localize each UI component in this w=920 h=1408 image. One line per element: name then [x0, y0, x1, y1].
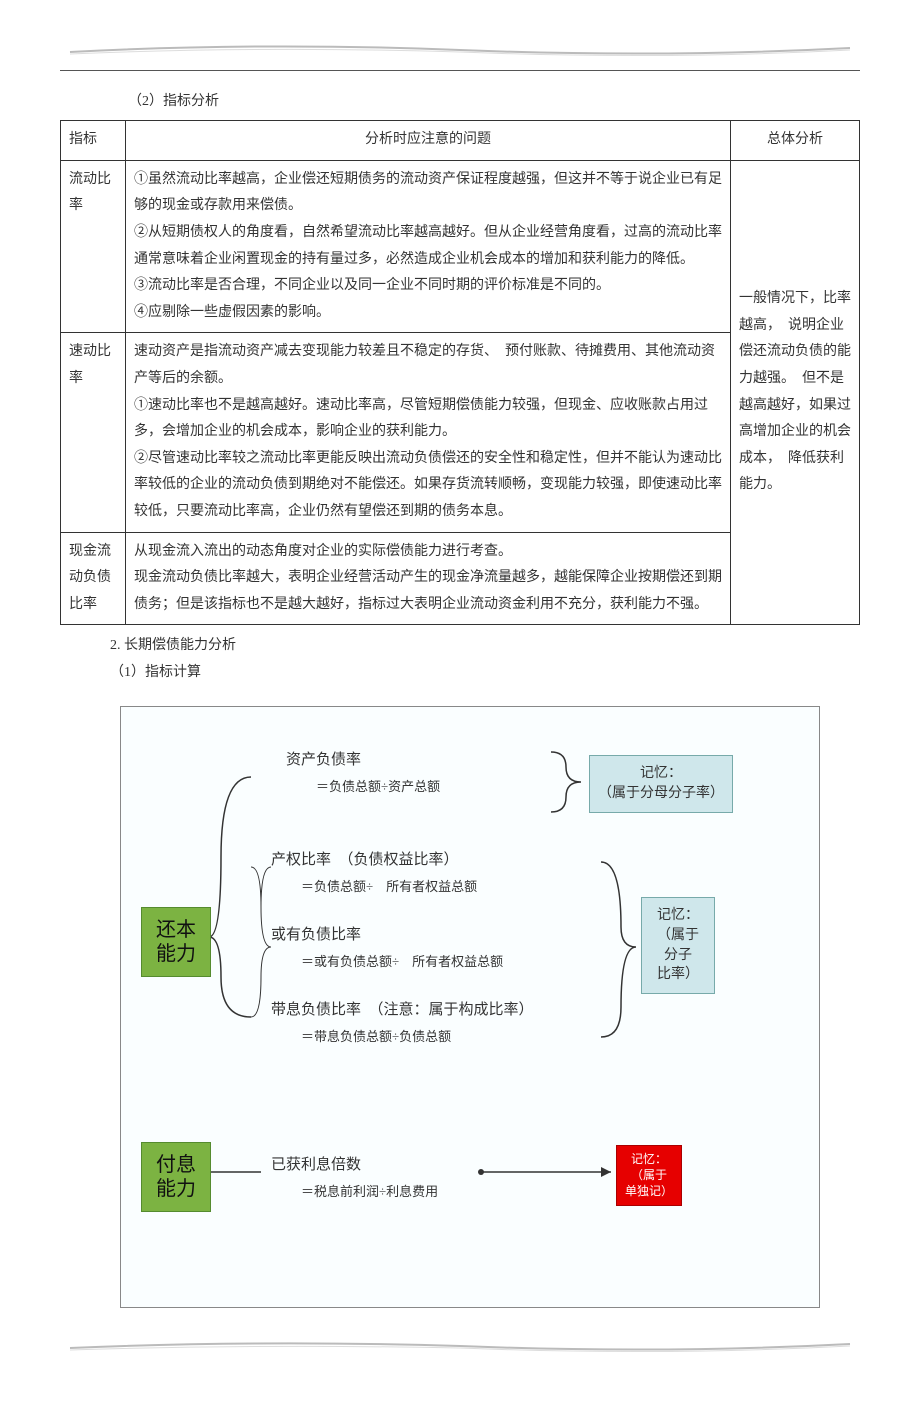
long-term-solvency-diagram: 还本能力 付息能力 资产负债率 ＝负债总额÷资产总额 产权比率 （负债权益比率）…	[120, 706, 820, 1308]
formula-contingent-liability: 或有负债比率 ＝或有负债总额÷ 所有者权益总额	[271, 922, 503, 976]
memo-box-2: 记忆： （属于 分子 比率）	[641, 897, 715, 993]
section-2-title: 2. 长期偿债能力分析	[110, 633, 860, 660]
formula-interest-bearing: 带息负债比率 （注意：属于构成比率） ＝带息负债总额÷负债总额	[271, 997, 534, 1051]
page-header-decoration	[60, 40, 860, 60]
cell-analysis: ①虽然流动比率越高，企业偿还短期债务的流动资产保证程度越强，但这并不等于说企业已…	[126, 160, 731, 333]
col-header-indicator: 指标	[61, 121, 126, 161]
cell-indicator: 速动比率	[61, 333, 126, 532]
formula-equity-ratio: 产权比率 （负债权益比率） ＝负债总额÷ 所有者权益总额	[271, 847, 477, 901]
indicator-analysis-table: 指标 分析时应注意的问题 总体分析 流动比率 ①虽然流动比率越高，企业偿还短期债…	[60, 120, 860, 625]
col-header-summary: 总体分析	[731, 121, 860, 161]
section-title: （2）指标分析	[128, 89, 860, 114]
col-header-analysis: 分析时应注意的问题	[126, 121, 731, 161]
cell-analysis: 从现金流入流出的动态角度对企业的实际偿债能力进行考查。 现金流动负债比率越大，表…	[126, 532, 731, 625]
table-header-row: 指标 分析时应注意的问题 总体分析	[61, 121, 860, 161]
root-label: 付息能力	[156, 1154, 196, 1200]
horizontal-rule	[60, 70, 860, 71]
section-2-sub: （1）指标计算	[110, 660, 860, 687]
cell-indicator: 流动比率	[61, 160, 126, 333]
cell-summary: 一般情况下，比率越高， 说明企业偿还流动负债的能力越强。 但不是越高越好，如果过…	[731, 160, 860, 625]
root-node-interest: 付息能力	[141, 1142, 211, 1212]
root-node-principal: 还本能力	[141, 907, 211, 977]
formula-interest-coverage: 已获利息倍数 ＝税息前利润÷利息费用	[271, 1152, 438, 1206]
root-label: 还本能力	[156, 919, 196, 965]
page-footer-decoration	[60, 1338, 860, 1358]
cell-indicator: 现金流动负债比率	[61, 532, 126, 625]
formula-asset-liability: 资产负债率 ＝负债总额÷资产总额	[286, 747, 440, 801]
memo-box-3: 记忆： （属于 单独记）	[616, 1145, 682, 1206]
memo-box-1: 记忆： （属于分母分子率）	[589, 755, 733, 812]
table-row: 流动比率 ①虽然流动比率越高，企业偿还短期债务的流动资产保证程度越强，但这并不等…	[61, 160, 860, 333]
cell-analysis: 速动资产是指流动资产减去变现能力较差且不稳定的存货、 预付账款、待摊费用、其他流…	[126, 333, 731, 532]
